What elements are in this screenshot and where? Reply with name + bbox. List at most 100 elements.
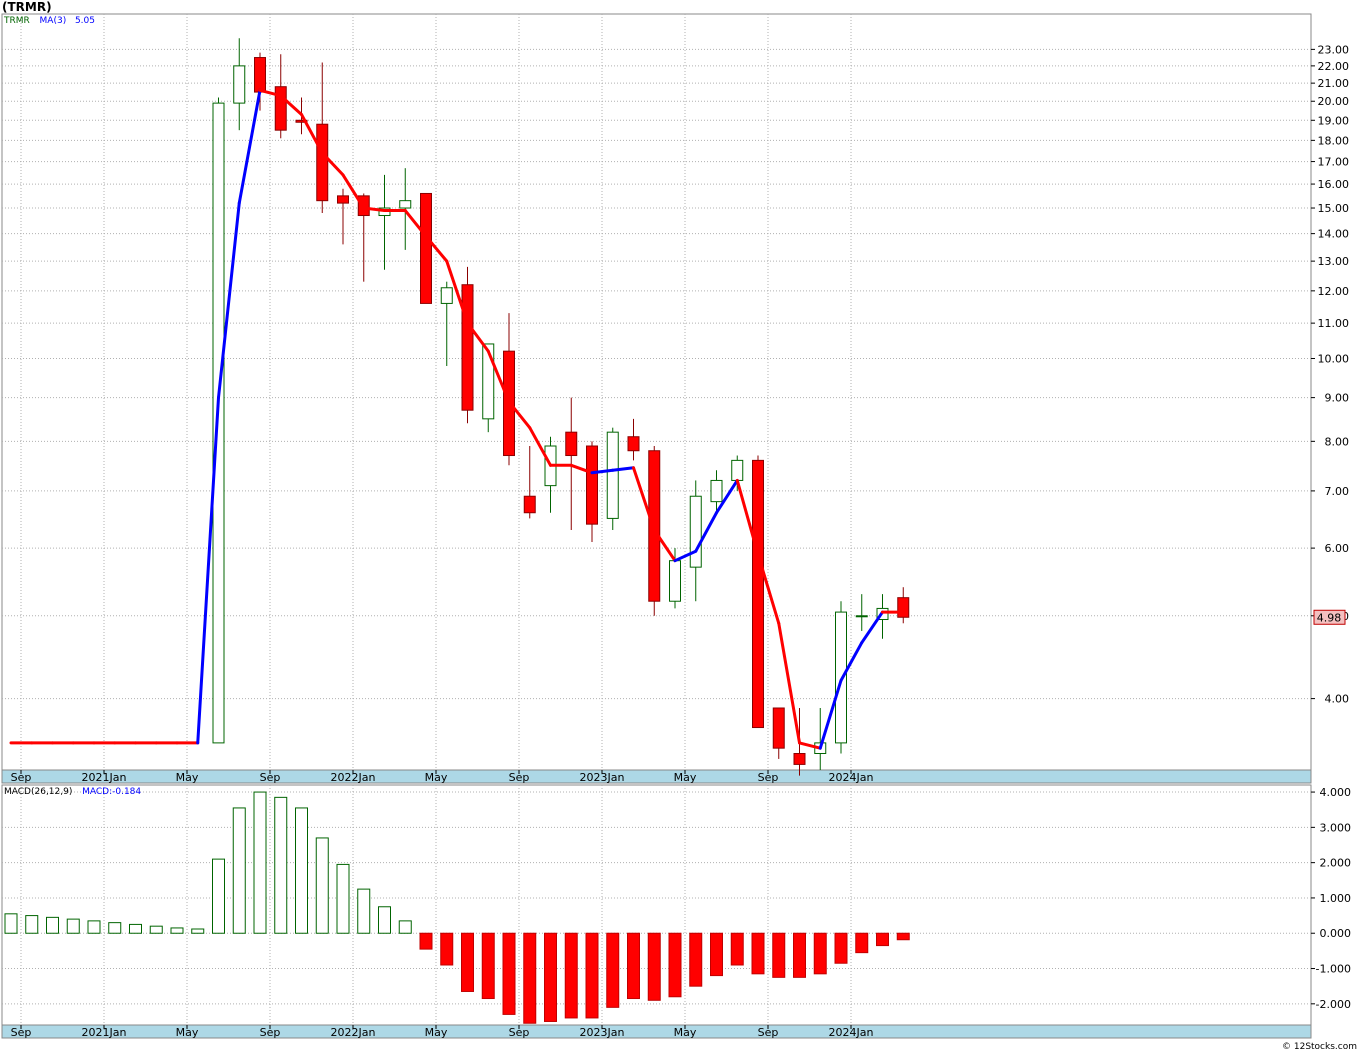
- macd-bar: [689, 932, 703, 987]
- candle-body: [399, 200, 412, 209]
- macd-bar: [149, 925, 163, 934]
- price-y-tick-label: 18.00: [1318, 134, 1350, 147]
- macd-bar: [419, 932, 433, 950]
- macd-bar: [315, 837, 329, 934]
- candle-body: [420, 192, 432, 304]
- price-y-tick-label: 6.00: [1325, 542, 1350, 555]
- candle-body: [337, 195, 349, 204]
- candle-body: [731, 459, 744, 481]
- x-tick-label: Sep: [11, 771, 32, 784]
- price-y-tick-label: 22.00: [1318, 60, 1350, 73]
- x-tick-label: 2024Jan: [829, 1026, 874, 1039]
- price-y-tick-label: 20.00: [1318, 95, 1350, 108]
- candle-body: [752, 459, 764, 729]
- macd-bar: [232, 807, 246, 934]
- candle-body: [772, 707, 785, 749]
- macd-bar: [191, 928, 205, 934]
- macd-bar: [253, 791, 267, 934]
- macd-bar: [4, 913, 18, 934]
- macd-bar: [876, 932, 889, 947]
- macd-legend-value-label: MACD:: [82, 787, 113, 797]
- legend-ma-value: 5.05: [74, 16, 95, 26]
- macd-bar: [87, 920, 101, 934]
- macd-y-tick-label: -1.000: [1316, 963, 1351, 976]
- price-panel-frame: [1, 13, 1312, 771]
- macd-bar: [855, 932, 869, 954]
- macd-bar: [647, 932, 661, 1001]
- price-y-tick-label: 19.00: [1318, 114, 1350, 127]
- x-tick-label: 2022Jan: [331, 1026, 376, 1039]
- chart-title: (TRMR): [2, 0, 52, 14]
- macd-y-tick-label: 2.000: [1320, 857, 1352, 870]
- macd-bar: [170, 927, 184, 934]
- price-y-tick-label: 14.00: [1318, 228, 1350, 241]
- x-tick-label: May: [674, 1026, 697, 1039]
- x-tick-label: 2023Jan: [580, 771, 625, 784]
- price-y-tick-label: 13.00: [1318, 255, 1350, 268]
- macd-y-tick-label: -2.000: [1316, 998, 1351, 1011]
- macd-bar: [212, 858, 225, 934]
- macd-bar: [398, 920, 412, 934]
- x-tick-label: Sep: [758, 771, 779, 784]
- candle-body: [586, 445, 598, 525]
- candle-body: [627, 436, 640, 452]
- macd-bar: [108, 922, 122, 934]
- price-y-tick-label: 23.00: [1318, 43, 1350, 56]
- candle-body: [254, 57, 266, 93]
- macd-bar: [502, 932, 516, 1015]
- x-tick-label: 2021Jan: [82, 1026, 127, 1039]
- x-tick-label: 2022Jan: [331, 771, 376, 784]
- macd-bar: [585, 932, 599, 1019]
- macd-bar: [481, 932, 495, 1000]
- candle-body: [565, 431, 578, 457]
- x-tick-label: May: [425, 771, 448, 784]
- macd-y-tick-label: 0.000: [1320, 927, 1352, 940]
- candle-body: [440, 287, 453, 304]
- macd-y-tick-label: 4.000: [1320, 786, 1352, 799]
- macd-bar: [896, 932, 910, 941]
- x-tick-label: Sep: [509, 1026, 530, 1039]
- candle-body: [212, 102, 225, 744]
- macd-bar: [544, 932, 557, 1022]
- price-y-tick-label: 17.00: [1318, 156, 1350, 169]
- last-price-label: 4.98: [1317, 611, 1342, 624]
- macd-legend: MACD(26,12,9) MACD:-0.184: [4, 787, 141, 797]
- candle-body: [669, 560, 681, 602]
- x-tick-label: Sep: [509, 771, 530, 784]
- candle-body: [482, 343, 495, 420]
- macd-bar: [440, 932, 454, 966]
- price-y-tick-label: 4.00: [1325, 693, 1350, 706]
- macd-bar: [606, 932, 620, 1008]
- legend-symbol: TRMR: [4, 16, 30, 26]
- candle-body: [606, 431, 619, 519]
- x-tick-label: 2021Jan: [82, 771, 127, 784]
- price-y-tick-label: 12.00: [1318, 285, 1350, 298]
- site-credit: © 12Stocks.com: [1282, 1042, 1357, 1052]
- price-y-tick-label: 16.00: [1318, 178, 1350, 191]
- price-y-tick-label: 11.00: [1318, 317, 1350, 330]
- macd-bar: [668, 932, 682, 998]
- x-tick-label: Sep: [11, 1026, 32, 1039]
- macd-bar: [274, 796, 288, 934]
- macd-bar: [730, 932, 744, 966]
- macd-bar: [772, 932, 786, 978]
- price-legend: TRMR MA(3) 5.05: [4, 16, 95, 26]
- chart-root: 4.005.006.007.008.009.0010.0011.0012.001…: [0, 0, 1360, 1056]
- x-tick-label: Sep: [260, 771, 281, 784]
- candle-body: [897, 597, 910, 618]
- macd-bar: [336, 863, 350, 934]
- candle-body: [793, 753, 806, 765]
- legend-ma-label: MA(3): [39, 16, 67, 26]
- macd-bar: [129, 923, 142, 934]
- macd-bar: [357, 888, 371, 934]
- macd-bar: [834, 932, 848, 964]
- x-tick-label: 2024Jan: [829, 771, 874, 784]
- x-tick-label: Sep: [260, 1026, 281, 1039]
- macd-bar: [295, 807, 308, 934]
- macd-legend-label: MACD(26,12,9): [4, 787, 73, 797]
- price-y-tick-label: 7.00: [1325, 485, 1350, 498]
- macd-bar: [627, 932, 640, 1000]
- x-tick-label: May: [425, 1026, 448, 1039]
- price-y-tick-label: 21.00: [1318, 77, 1350, 90]
- candle-body: [233, 65, 246, 104]
